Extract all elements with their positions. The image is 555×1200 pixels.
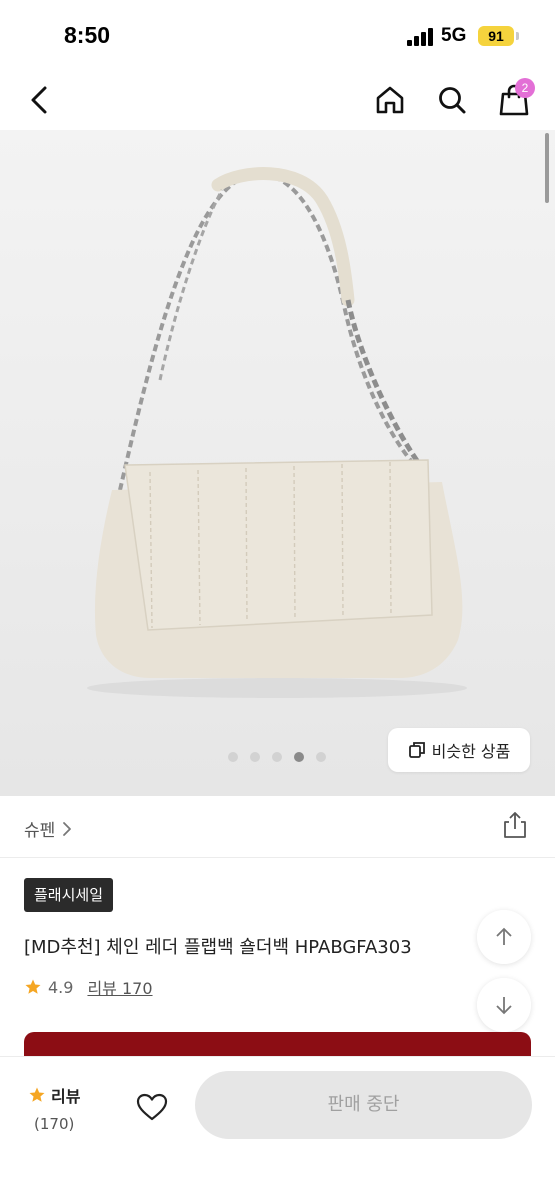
home-button[interactable]	[368, 78, 412, 122]
top-nav-bar: 2	[0, 70, 555, 130]
battery-indicator: 91	[478, 26, 514, 46]
brand-link[interactable]: 슈펜	[24, 816, 73, 841]
scroll-up-button[interactable]	[477, 910, 531, 964]
chevron-left-icon	[31, 86, 47, 114]
search-icon	[439, 87, 466, 114]
similar-products-button[interactable]: 비슷한 상품	[388, 728, 530, 772]
brand-name: 슈펜	[24, 821, 56, 841]
cart-count-badge: 2	[515, 78, 535, 98]
star-icon	[29, 1087, 45, 1102]
cellular-signal-icon	[407, 28, 435, 46]
sale-stopped-button: 판매 중단	[195, 1071, 532, 1139]
gallery-dot[interactable]	[228, 752, 238, 762]
home-icon	[376, 86, 404, 114]
gallery-dot[interactable]	[316, 752, 326, 762]
rating-score: 4.9	[48, 977, 74, 997]
gallery-pagination	[228, 752, 326, 762]
heart-icon	[136, 1093, 168, 1121]
star-icon	[25, 979, 41, 994]
product-title: [MD추천] 체인 레더 플랩백 숄더백 HPABGFA303	[24, 937, 412, 958]
wishlist-button[interactable]	[130, 1085, 174, 1129]
page-scrollbar[interactable]	[545, 133, 549, 203]
rating-row: 4.9 리뷰 170	[24, 975, 153, 999]
share-button[interactable]	[500, 810, 530, 840]
bottom-review-count: (170)	[34, 1115, 75, 1133]
scroll-down-button[interactable]	[477, 978, 531, 1032]
gallery-dot[interactable]	[272, 752, 282, 762]
network-type: 5G	[441, 25, 467, 46]
arrow-down-icon	[496, 997, 512, 1015]
similar-products-label: 비슷한 상품	[431, 742, 511, 761]
back-button[interactable]	[18, 78, 62, 122]
cart-button[interactable]: 2	[492, 78, 536, 122]
bottom-review-label: 리뷰	[51, 1087, 81, 1106]
search-button[interactable]	[430, 78, 474, 122]
copy-icon	[408, 742, 425, 758]
share-icon	[504, 812, 526, 838]
status-bar: 8:50 5G 91	[0, 0, 555, 70]
bottom-review-button[interactable]: 리뷰 (170)	[28, 1083, 88, 1133]
status-time: 8:50	[64, 22, 111, 48]
review-link[interactable]: 리뷰 170	[87, 975, 152, 999]
chevron-right-icon	[63, 821, 72, 836]
arrow-up-icon	[496, 927, 512, 945]
product-image[interactable]	[0, 130, 555, 796]
battery-tip	[516, 32, 519, 40]
gallery-dot[interactable]	[250, 752, 260, 762]
brand-row: 슈펜	[0, 796, 555, 858]
flash-sale-badge: 플래시세일	[24, 878, 114, 912]
bag-image	[87, 167, 467, 698]
gallery-dot-active[interactable]	[294, 752, 304, 762]
bottom-action-bar: 리뷰 (170) 판매 중단	[0, 1056, 555, 1200]
